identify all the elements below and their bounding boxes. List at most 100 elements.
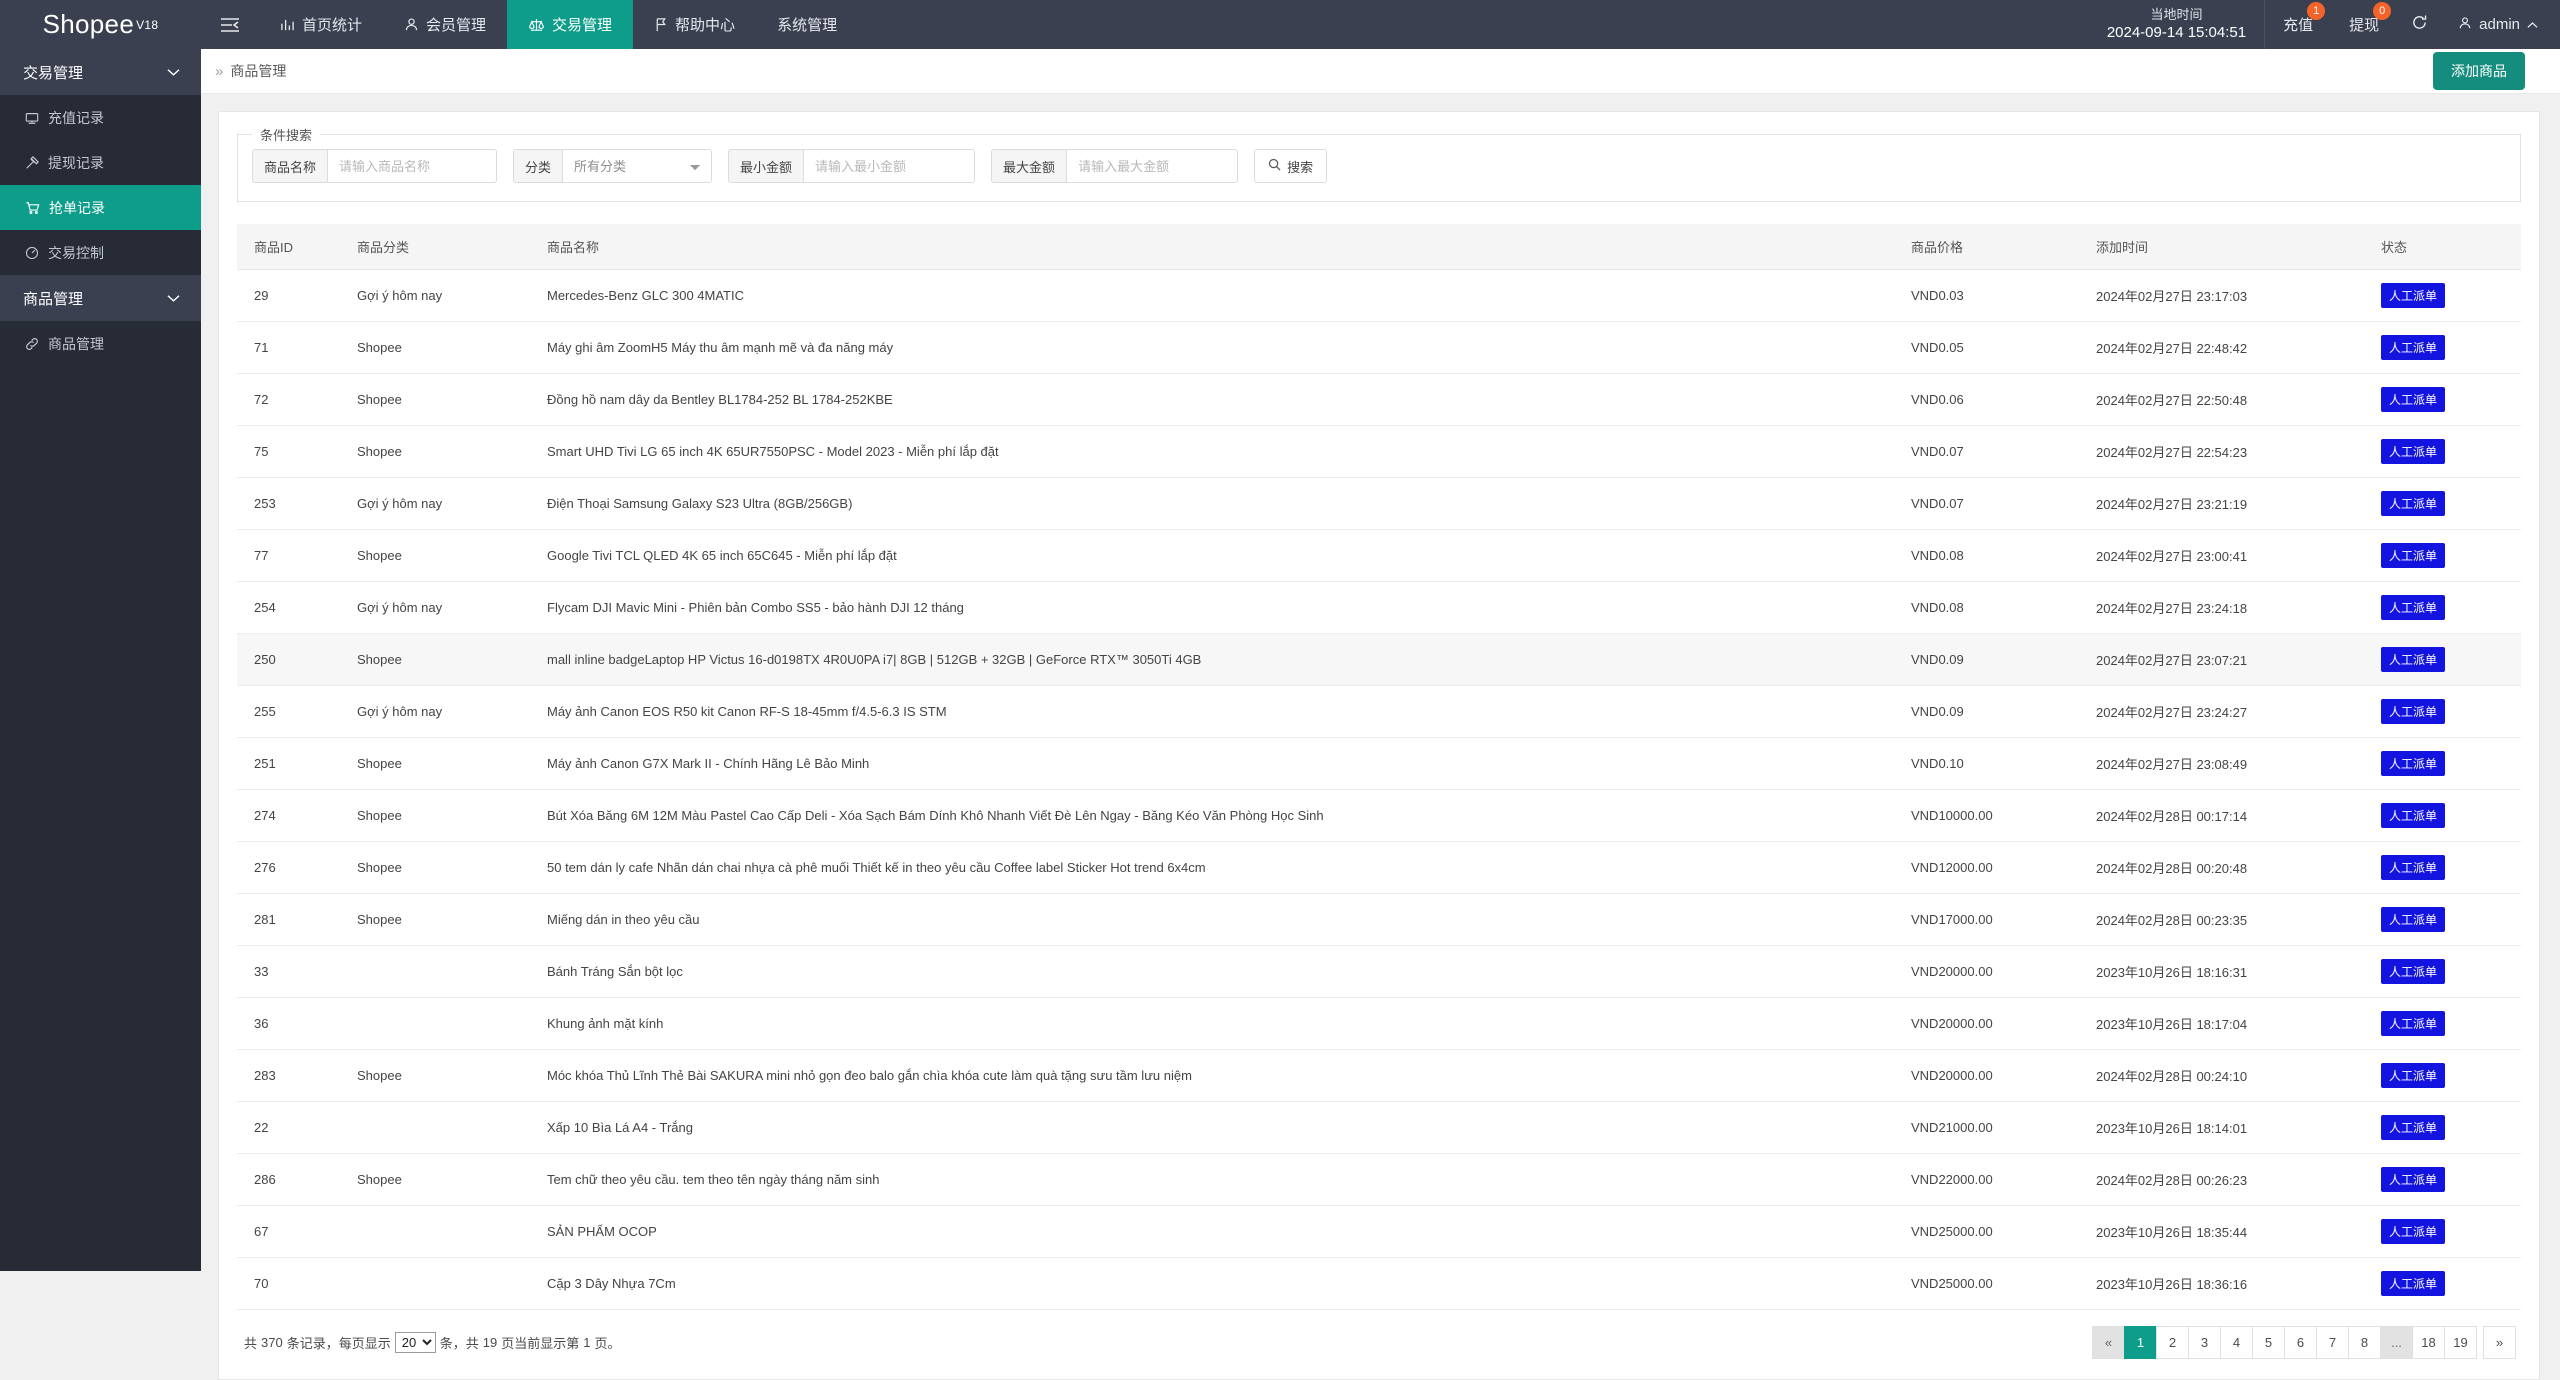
cell-product-name: Khung ảnh mặt kính bbox=[537, 998, 1901, 1050]
cell-product-id: 70 bbox=[237, 1258, 347, 1310]
nav-item-system-management[interactable]: 系统管理 bbox=[756, 0, 858, 49]
cell-product-id: 77 bbox=[237, 530, 347, 582]
pagination-page-7[interactable]: 7 bbox=[2316, 1326, 2349, 1359]
status-badge-manual-dispatch[interactable]: 人工派单 bbox=[2381, 543, 2445, 568]
status-badge-manual-dispatch[interactable]: 人工派单 bbox=[2381, 283, 2445, 308]
table-row[interactable]: 29Gợi ý hôm nayMercedes-Benz GLC 300 4MA… bbox=[237, 270, 2521, 322]
table-row[interactable]: 70Cặp 3 Dây Nhựa 7CmVND25000.002023年10月2… bbox=[237, 1258, 2521, 1310]
pagination-page-5[interactable]: 5 bbox=[2252, 1326, 2285, 1359]
cell-status: 人工派单 bbox=[2371, 322, 2521, 374]
nav-item-transaction-management[interactable]: 交易管理 bbox=[507, 0, 633, 49]
pagination-ellipsis[interactable]: ... bbox=[2380, 1326, 2413, 1359]
status-badge-manual-dispatch[interactable]: 人工派单 bbox=[2381, 387, 2445, 412]
status-badge-manual-dispatch[interactable]: 人工派单 bbox=[2381, 1219, 2445, 1244]
cell-added-time: 2024年02月27日 23:24:18 bbox=[2086, 582, 2371, 634]
pagination-prev[interactable]: « bbox=[2092, 1326, 2125, 1359]
table-row[interactable]: 254Gợi ý hôm nayFlycam DJI Mavic Mini - … bbox=[237, 582, 2521, 634]
status-badge-manual-dispatch[interactable]: 人工派单 bbox=[2381, 959, 2445, 984]
table-row[interactable]: 72ShopeeĐồng hồ nam dây da Bentley BL178… bbox=[237, 374, 2521, 426]
recharge-button[interactable]: 充值 1 bbox=[2265, 0, 2331, 49]
table-row[interactable]: 253Gợi ý hôm nayĐiện Thoại Samsung Galax… bbox=[237, 478, 2521, 530]
cell-status: 人工派单 bbox=[2371, 1050, 2521, 1102]
nav-item-member-management[interactable]: 会员管理 bbox=[383, 0, 507, 49]
pagination-page-18[interactable]: 18 bbox=[2412, 1326, 2445, 1359]
table-row[interactable]: 67SẢN PHẨM OCOPVND25000.002023年10月26日 18… bbox=[237, 1206, 2521, 1258]
summary-prefix: 共 bbox=[244, 1333, 257, 1352]
table-row[interactable]: 255Gợi ý hôm nayMáy ảnh Canon EOS R50 ki… bbox=[237, 686, 2521, 738]
cell-product-name: Móc khóa Thủ Lĩnh Thẻ Bài SAKURA mini nh… bbox=[537, 1050, 1901, 1102]
menu-toggle-icon[interactable] bbox=[201, 0, 259, 49]
cell-price: VND0.05 bbox=[1901, 322, 2086, 374]
add-product-button[interactable]: 添加商品 bbox=[2433, 52, 2525, 90]
cell-status: 人工派单 bbox=[2371, 426, 2521, 478]
table-row[interactable]: 251ShopeeMáy ảnh Canon G7X Mark II - Chí… bbox=[237, 738, 2521, 790]
breadcrumb-bar: » 商品管理 添加商品 bbox=[201, 49, 2560, 94]
sidebar-item-withdraw-records[interactable]: 提现记录 bbox=[0, 140, 201, 185]
status-badge-manual-dispatch[interactable]: 人工派单 bbox=[2381, 491, 2445, 516]
cell-product-name: Máy ảnh Canon G7X Mark II - Chính Hãng L… bbox=[537, 738, 1901, 790]
status-badge-manual-dispatch[interactable]: 人工派单 bbox=[2381, 751, 2445, 776]
nav-item-home-stats[interactable]: 首页统计 bbox=[259, 0, 383, 49]
status-badge-manual-dispatch[interactable]: 人工派单 bbox=[2381, 699, 2445, 724]
user-menu[interactable]: admin bbox=[2442, 0, 2560, 49]
status-badge-manual-dispatch[interactable]: 人工派单 bbox=[2381, 803, 2445, 828]
status-badge-manual-dispatch[interactable]: 人工派单 bbox=[2381, 647, 2445, 672]
cell-added-time: 2024年02月27日 22:50:48 bbox=[2086, 374, 2371, 426]
table-row[interactable]: 286ShopeeTem chữ theo yêu cầu. tem theo … bbox=[237, 1154, 2521, 1206]
cell-price: VND25000.00 bbox=[1901, 1206, 2086, 1258]
cell-added-time: 2024年02月27日 22:54:23 bbox=[2086, 426, 2371, 478]
status-badge-manual-dispatch[interactable]: 人工派单 bbox=[2381, 1115, 2445, 1140]
table-row[interactable]: 33Bánh Tráng Sắn bột lọcVND20000.002023年… bbox=[237, 946, 2521, 998]
table-row[interactable]: 77ShopeeGoogle Tivi TCL QLED 4K 65 inch … bbox=[237, 530, 2521, 582]
status-badge-manual-dispatch[interactable]: 人工派单 bbox=[2381, 855, 2445, 880]
sidebar-group-transaction-management[interactable]: 交易管理 bbox=[0, 49, 201, 95]
status-badge-manual-dispatch[interactable]: 人工派单 bbox=[2381, 1011, 2445, 1036]
status-badge-manual-dispatch[interactable]: 人工派单 bbox=[2381, 907, 2445, 932]
sidebar-item-order-grab-records[interactable]: 抢单记录 bbox=[0, 185, 201, 230]
status-badge-manual-dispatch[interactable]: 人工派单 bbox=[2381, 335, 2445, 360]
status-badge-manual-dispatch[interactable]: 人工派单 bbox=[2381, 1167, 2445, 1192]
product-name-input[interactable] bbox=[327, 149, 497, 183]
category-select[interactable]: 所有分类 bbox=[562, 149, 712, 183]
table-row[interactable]: 36Khung ảnh mặt kínhVND20000.002023年10月2… bbox=[237, 998, 2521, 1050]
min-amount-input[interactable] bbox=[803, 149, 975, 183]
pagination-page-1[interactable]: 1 bbox=[2124, 1326, 2157, 1359]
pagination-page-4[interactable]: 4 bbox=[2220, 1326, 2253, 1359]
cell-category: Shopee bbox=[347, 1050, 537, 1102]
status-badge-manual-dispatch[interactable]: 人工派单 bbox=[2381, 595, 2445, 620]
table-row[interactable]: 22Xấp 10 Bìa Lá A4 - TrắngVND21000.00202… bbox=[237, 1102, 2521, 1154]
sidebar-group-product-management[interactable]: 商品管理 bbox=[0, 275, 201, 321]
table-row[interactable]: 71ShopeeMáy ghi âm ZoomH5 Máy thu âm mạn… bbox=[237, 322, 2521, 374]
table-row[interactable]: 281ShopeeMiếng dán in theo yêu cầuVND170… bbox=[237, 894, 2521, 946]
cell-category bbox=[347, 1258, 537, 1310]
pagination-page-19[interactable]: 19 bbox=[2444, 1326, 2477, 1359]
table-row[interactable]: 283ShopeeMóc khóa Thủ Lĩnh Thẻ Bài SAKUR… bbox=[237, 1050, 2521, 1102]
category-label: 分类 bbox=[513, 149, 562, 183]
table-row[interactable]: 276Shopee50 tem dán ly cafe Nhãn dán cha… bbox=[237, 842, 2521, 894]
sidebar-item-recharge-records[interactable]: 充值记录 bbox=[0, 95, 201, 140]
pagination-page-2[interactable]: 2 bbox=[2156, 1326, 2189, 1359]
table-row[interactable]: 250Shopeemall inline badgeLaptop HP Vict… bbox=[237, 634, 2521, 686]
pagination-page-3[interactable]: 3 bbox=[2188, 1326, 2221, 1359]
page-size-select[interactable]: 20 bbox=[395, 1332, 436, 1353]
status-badge-manual-dispatch[interactable]: 人工派单 bbox=[2381, 1063, 2445, 1088]
search-button[interactable]: 搜索 bbox=[1254, 149, 1327, 183]
brand-logo[interactable]: ShopeeV18 bbox=[0, 0, 201, 49]
pagination-page-8[interactable]: 8 bbox=[2348, 1326, 2381, 1359]
local-time: 当地时间 2024-09-14 15:04:51 bbox=[2089, 0, 2265, 49]
page-title: 商品管理 bbox=[230, 61, 286, 81]
status-badge-manual-dispatch[interactable]: 人工派单 bbox=[2381, 439, 2445, 464]
status-badge-manual-dispatch[interactable]: 人工派单 bbox=[2381, 1271, 2445, 1296]
pagination-page-6[interactable]: 6 bbox=[2284, 1326, 2317, 1359]
table-row[interactable]: 75ShopeeSmart UHD Tivi LG 65 inch 4K 65U… bbox=[237, 426, 2521, 478]
max-amount-input[interactable] bbox=[1066, 149, 1238, 183]
sidebar-item-transaction-control[interactable]: 交易控制 bbox=[0, 230, 201, 275]
table-row[interactable]: 274ShopeeBút Xóa Băng 6M 12M Màu Pastel … bbox=[237, 790, 2521, 842]
pagination-next[interactable]: » bbox=[2483, 1326, 2516, 1359]
nav-item-help-center[interactable]: 帮助中心 bbox=[633, 0, 756, 49]
withdraw-button[interactable]: 提现 0 bbox=[2331, 0, 2397, 49]
refresh-button[interactable] bbox=[2397, 0, 2442, 49]
cell-product-name: Cặp 3 Dây Nhựa 7Cm bbox=[537, 1258, 1901, 1310]
sidebar-item-product-management[interactable]: 商品管理 bbox=[0, 321, 201, 366]
cell-category bbox=[347, 946, 537, 998]
